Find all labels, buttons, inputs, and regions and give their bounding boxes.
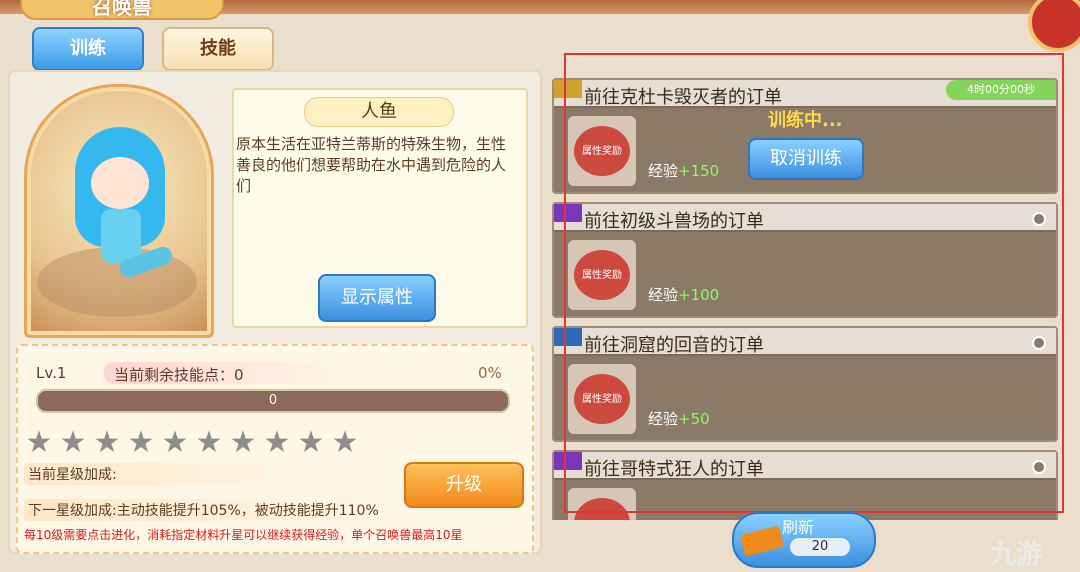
- page-title: 召唤兽: [20, 0, 224, 20]
- pet-description: 原本生活在亚特兰蒂斯的特殊生物，生性善良的他们想要帮助在水中遇到危险的人们: [236, 135, 507, 195]
- show-attributes-button[interactable]: 显示属性: [318, 274, 436, 322]
- pet-name: 人鱼: [304, 97, 454, 127]
- star-icon: ★: [229, 425, 257, 460]
- star-rating: ★ ★ ★ ★ ★ ★ ★ ★ ★ ★: [24, 428, 364, 460]
- tab-skill[interactable]: 技能: [162, 27, 274, 71]
- next-star-bonus: 下一星级加成:主动技能提升105%，被动技能提升110%: [28, 503, 379, 519]
- star-icon: ★: [161, 425, 189, 460]
- close-icon[interactable]: [1028, 0, 1080, 52]
- watermark-logo: 九游: [990, 540, 1043, 570]
- highlight-frame: [564, 53, 1064, 513]
- exp-bar-value: 0: [268, 393, 278, 408]
- upgrade-button[interactable]: 升级: [404, 462, 524, 508]
- skill-points: 当前剩余技能点：0: [114, 366, 244, 384]
- mermaid-face: [91, 157, 149, 209]
- star-icon: ★: [93, 425, 121, 460]
- level-label: Lv.1: [36, 364, 67, 382]
- star-icon: ★: [127, 425, 155, 460]
- star-icon: ★: [25, 425, 53, 460]
- star-icon: ★: [263, 425, 291, 460]
- current-star-bonus: 当前星级加成:: [28, 467, 117, 483]
- refresh-cost: 20: [790, 538, 850, 556]
- star-icon: ★: [195, 425, 223, 460]
- refresh-label: 刷新: [782, 518, 815, 537]
- star-icon: ★: [297, 425, 325, 460]
- exp-percent: 0%: [478, 364, 502, 382]
- pet-portrait: [24, 84, 214, 338]
- tab-train[interactable]: 训练: [32, 27, 144, 71]
- star-icon: ★: [59, 425, 87, 460]
- evolve-rule: 每10级需要点击进化，消耗指定材料升星可以继续获得经验，单个召唤兽最高10星: [24, 528, 463, 542]
- star-icon: ★: [331, 425, 359, 460]
- mermaid-body: [101, 209, 141, 263]
